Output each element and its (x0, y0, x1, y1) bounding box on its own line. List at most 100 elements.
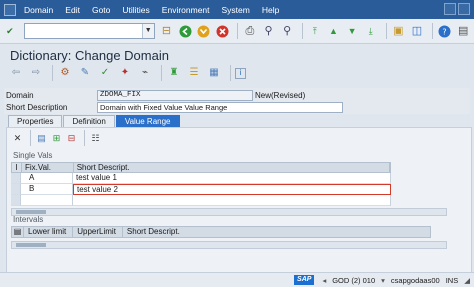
toolbar-separator (52, 65, 53, 81)
table-row: A test value 1 (11, 173, 391, 184)
row-selector[interactable] (11, 195, 21, 206)
arrow-left-icon[interactable]: ⇦ (8, 65, 24, 81)
check-object-icon[interactable]: ✓ (97, 65, 113, 81)
exit-icon[interactable] (196, 23, 212, 39)
first-page-icon[interactable]: ⤒ (307, 23, 323, 39)
menu-domain[interactable]: Domain (24, 5, 53, 15)
chevron-down-icon[interactable]: ▼ (141, 24, 154, 38)
single-vals-table: I Fix.Val. Short Descript. A test value … (11, 162, 391, 206)
intervals-table-header: ▤ Lower limit UpperLimit Short Descript. (11, 226, 431, 238)
tab-properties[interactable]: Properties (8, 115, 63, 127)
short-description-field[interactable]: Domain with Fixed Value Value Range (97, 101, 343, 113)
shortcut-icon[interactable]: ◫ (409, 23, 425, 39)
page-title: Dictionary: Change Domain (10, 48, 169, 63)
help-icon[interactable]: ? (437, 23, 453, 39)
fix-val-cell[interactable]: A (21, 173, 73, 184)
check-icon[interactable]: ✔ (4, 25, 16, 37)
tab-strip: Properties Definition Value Range (8, 115, 181, 127)
toolbar-separator (237, 23, 239, 39)
fix-val-cell[interactable] (21, 195, 73, 206)
menu-help[interactable]: Help (262, 5, 279, 15)
horizontal-scrollbar[interactable] (11, 208, 447, 216)
other-object-icon[interactable]: ⚙ (57, 65, 73, 81)
find-icon[interactable]: ⚲ (261, 23, 277, 39)
table-row (11, 195, 391, 206)
toolbar-separator (431, 23, 433, 39)
tab-definition[interactable]: Definition (63, 115, 115, 127)
single-vals-label: Single Vals (13, 151, 53, 160)
menu-goto[interactable]: Goto (92, 5, 110, 15)
column-header-lower-limit: Lower limit (24, 227, 74, 237)
row-selector[interactable] (11, 173, 21, 184)
scrollbar-thumb[interactable] (16, 243, 46, 247)
hierarchy-icon[interactable]: ♜ (166, 65, 182, 81)
prev-page-icon[interactable]: ▲ (326, 23, 342, 39)
short-descript-cell[interactable] (73, 195, 391, 206)
remove-row-icon[interactable]: ⊟ (65, 132, 78, 144)
menu-system[interactable]: System (222, 5, 250, 15)
toolbar-separator (385, 23, 387, 39)
domain-label: Domain (6, 90, 34, 100)
window-controls (444, 3, 470, 15)
fix-val-cell[interactable]: B (21, 184, 73, 195)
short-descript-cell[interactable]: test value 1 (73, 173, 391, 184)
toolbar-separator (302, 23, 303, 39)
minimize-icon[interactable] (444, 3, 456, 15)
find-next-icon[interactable]: ⚲ (279, 23, 295, 39)
activate-icon[interactable]: ✦ (117, 65, 133, 81)
toolbar-separator (230, 65, 231, 81)
arrow-right-icon[interactable]: ⇨ (28, 65, 44, 81)
row-selector[interactable] (11, 184, 21, 195)
menu-environment[interactable]: Environment (162, 5, 210, 15)
toolbar-separator (30, 130, 31, 146)
short-descript-cell[interactable]: test value 2 (73, 184, 391, 195)
column-header-short-descript: Short Descript. (74, 163, 390, 172)
menu-edit[interactable]: Edit (65, 5, 80, 15)
delete-row-icon[interactable]: ✕ (11, 132, 24, 144)
copy-row-icon[interactable]: ⊞ (50, 132, 63, 144)
status-toggle-icon[interactable]: ◂ (322, 276, 326, 285)
print-icon[interactable]: ⎙ (242, 23, 258, 39)
select-all-header[interactable]: I (12, 163, 22, 172)
filter-icon[interactable]: ☷ (89, 132, 102, 144)
new-session-icon[interactable]: ▣ (390, 23, 406, 39)
maximize-icon[interactable] (458, 3, 470, 15)
insert-mode[interactable]: INS (446, 276, 459, 285)
intervals-label: Intervals (13, 215, 44, 224)
navigation-window-icon[interactable]: ▦ (206, 65, 222, 81)
domain-row: Domain ZDOMA_FIX New(Revised) (4, 89, 470, 101)
table-row: B test value 2 (11, 184, 391, 195)
server-name: csapgodaas00 (390, 275, 440, 285)
customize-icon[interactable]: ▤ (455, 23, 471, 39)
back-icon[interactable] (177, 23, 193, 39)
column-header-upper-limit: UpperLimit (73, 227, 123, 237)
where-used-icon[interactable]: ⌁ (137, 65, 153, 81)
object-list-icon[interactable]: ☰ (186, 65, 202, 81)
application-toolbar: ⇦ ⇨ ⚙ ✎ ✓ ✦ ⌁ ♜ ☰ ▦ i (0, 64, 474, 82)
status-bar: SAP ◂ GOD (2) 010 ▾ csapgodaas00 INS ◢ (0, 272, 474, 287)
tab-value-range[interactable]: Value Range (115, 115, 180, 127)
resize-grip-icon[interactable]: ◢ (464, 276, 470, 285)
info-icon[interactable]: i (235, 67, 246, 79)
scrollbar-thumb[interactable] (16, 210, 46, 214)
column-header-short-descript: Short Descript. (126, 227, 180, 236)
last-page-icon[interactable]: ⤓ (363, 23, 379, 39)
insert-row-icon[interactable]: ▤ (35, 132, 48, 144)
toolbar-separator (161, 65, 162, 81)
command-field[interactable]: ▼ (23, 23, 155, 39)
system-info: GOD (2) 010 (332, 275, 376, 285)
domain-status: New(Revised) (255, 90, 306, 100)
save-icon[interactable]: ⊟ (159, 23, 175, 39)
short-description-label: Short Description (6, 102, 68, 112)
sap-logo: SAP (294, 275, 315, 285)
cancel-icon[interactable] (215, 23, 231, 39)
value-range-panel: ✕ ▤ ⊞ ⊟ ☷ Single Vals I Fix.Val. Short D… (6, 127, 472, 273)
display-change-icon[interactable]: ✎ (77, 65, 93, 81)
svg-text:?: ? (442, 27, 446, 36)
menu-utilities[interactable]: Utilities (122, 5, 149, 15)
sap-menu-icon[interactable] (4, 3, 16, 16)
table-settings-icon[interactable]: ▤ (12, 227, 24, 237)
system-dropdown-icon[interactable]: ▾ (381, 276, 385, 285)
next-page-icon[interactable]: ▼ (344, 23, 360, 39)
horizontal-scrollbar[interactable] (11, 241, 447, 249)
